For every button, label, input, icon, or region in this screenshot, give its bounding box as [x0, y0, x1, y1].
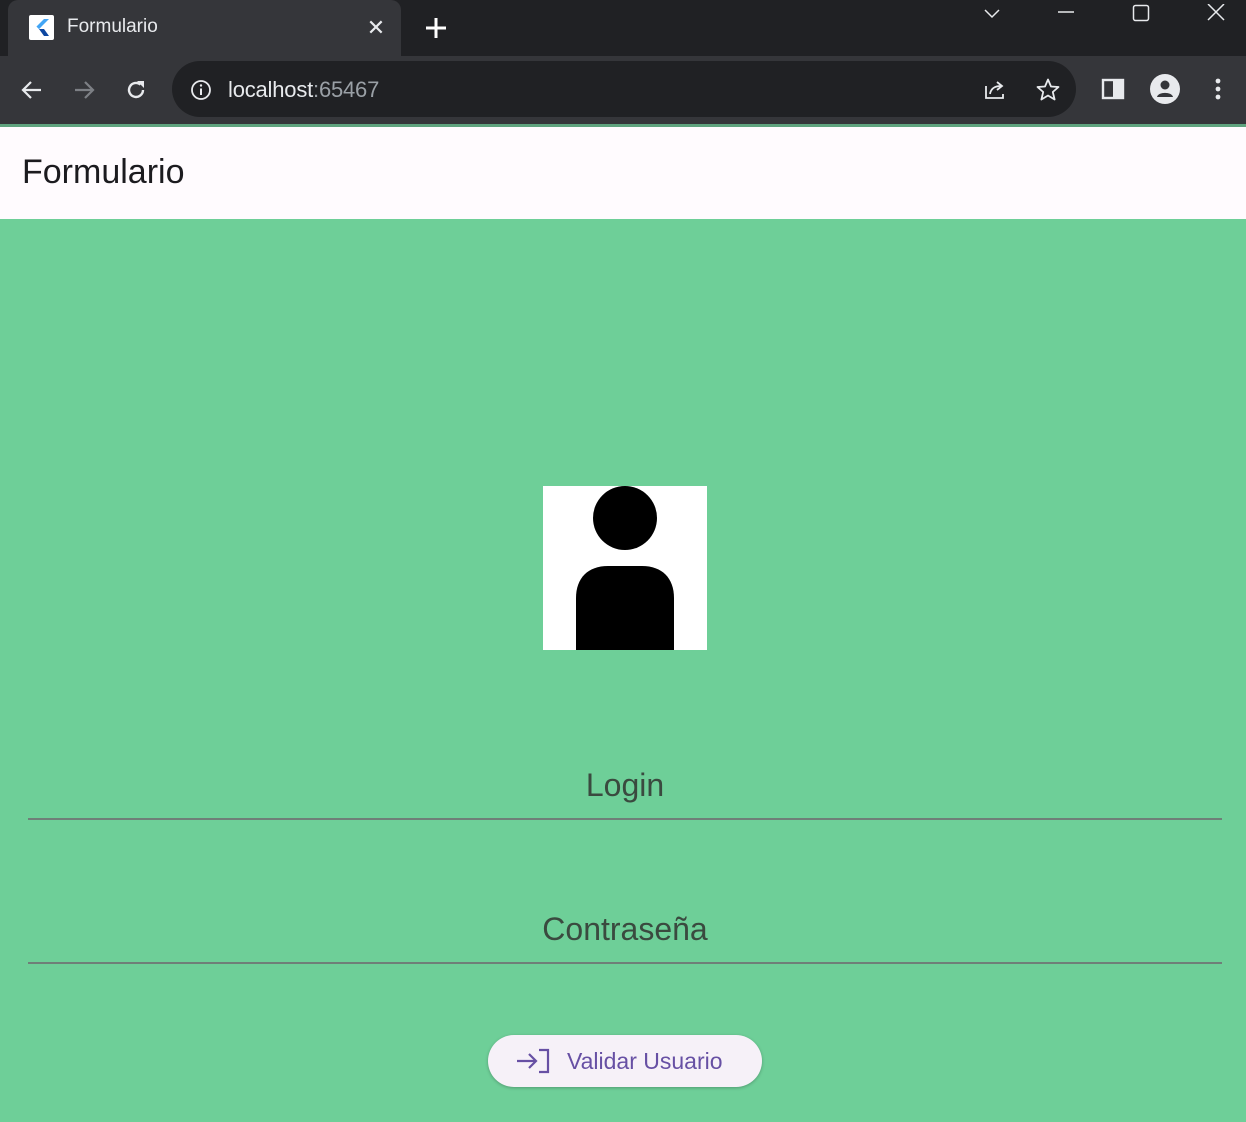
password-field-underline: [28, 962, 1222, 964]
login-field-underline: [28, 818, 1222, 820]
tab-title: Formulario: [67, 16, 158, 37]
browser-tab[interactable]: Formulario ✕: [8, 0, 401, 56]
browser-tabstrip: Formulario ✕: [0, 0, 1246, 56]
flutter-logo-icon: [29, 15, 54, 40]
page-title: Formulario: [22, 153, 185, 191]
browser-toolbar: localhost:65467: [0, 56, 1246, 124]
forward-arrow-icon[interactable]: [66, 72, 102, 108]
url-text[interactable]: localhost:65467: [228, 78, 379, 102]
bookmark-star-icon[interactable]: [1035, 77, 1061, 103]
password-field[interactable]: Contraseña: [28, 904, 1222, 964]
address-bar[interactable]: localhost:65467: [172, 61, 1076, 117]
reload-icon[interactable]: [118, 72, 154, 108]
url-port: :65467: [313, 77, 380, 102]
app-bar: Formulario: [0, 127, 1246, 219]
tab-search-icon[interactable]: [972, 0, 1012, 28]
login-field[interactable]: Login: [28, 760, 1222, 820]
password-field-label: Contraseña: [542, 911, 708, 947]
browser-menu-icon[interactable]: [1203, 74, 1233, 104]
validate-user-button-label: Validar Usuario: [567, 1048, 723, 1074]
site-info-icon[interactable]: [190, 79, 212, 101]
url-host: localhost: [228, 77, 314, 102]
minimize-icon[interactable]: [1046, 0, 1086, 28]
share-icon[interactable]: [982, 77, 1008, 103]
form-body: Login Contraseña Validar Usuario: [0, 219, 1246, 1122]
login-field-label: Login: [585, 767, 665, 803]
close-tab-icon[interactable]: ✕: [362, 14, 390, 42]
side-panel-icon[interactable]: [1098, 74, 1128, 104]
maximize-icon[interactable]: [1121, 0, 1161, 28]
new-tab-icon[interactable]: [420, 12, 452, 44]
person-icon: [543, 486, 707, 650]
validate-user-button[interactable]: Validar Usuario: [488, 1035, 762, 1087]
profile-avatar-icon[interactable]: [1150, 74, 1180, 104]
back-arrow-icon[interactable]: [14, 72, 50, 108]
login-arrow-icon: [515, 1045, 551, 1077]
window-close-icon[interactable]: [1196, 0, 1236, 28]
